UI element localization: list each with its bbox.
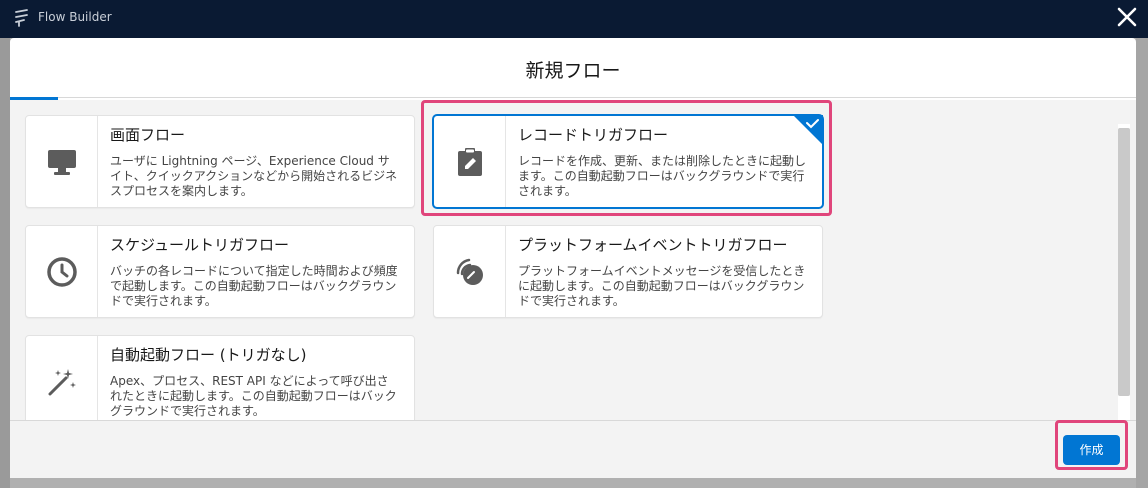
app-header: Flow Builder bbox=[0, 0, 1148, 38]
clock-icon bbox=[47, 257, 77, 287]
scrollbar-thumb[interactable] bbox=[1118, 128, 1130, 396]
card-icon-area bbox=[26, 116, 98, 207]
modal-header: 新規フロー bbox=[10, 38, 1136, 98]
modal-title: 新規フロー bbox=[525, 60, 621, 82]
card-icon-area bbox=[26, 226, 98, 317]
card-description: Apex、プロセス、REST API などによって呼び出されたときに起動します。… bbox=[110, 374, 397, 418]
background-canvas bbox=[0, 38, 10, 488]
card-title: スケジュールトリガフロー bbox=[110, 236, 289, 254]
modal-footer bbox=[10, 420, 1136, 478]
scrollbar[interactable] bbox=[1118, 124, 1130, 420]
card-description: ユーザに Lightning ページ、Experience Cloud サイト、… bbox=[110, 154, 398, 198]
card-icon-area bbox=[434, 226, 506, 317]
monitor-icon bbox=[48, 150, 76, 175]
flow-type-card-platform-event-triggered-flow[interactable]: プラットフォームイベントトリガフロー プラットフォームイベントメッセージを受信し… bbox=[433, 225, 823, 318]
card-icon-area bbox=[26, 336, 98, 420]
signal-icon bbox=[456, 258, 483, 285]
flow-builder-logo-icon bbox=[15, 9, 28, 27]
card-title: 自動起動フロー (トリガなし) bbox=[110, 346, 307, 364]
flow-type-card-screen-flow[interactable]: 画面フロー ユーザに Lightning ページ、Experience Clou… bbox=[25, 115, 415, 208]
flow-type-card-schedule-triggered-flow[interactable]: スケジュールトリガフロー バッチの各レコードについて指定した時間および頻度で起動… bbox=[25, 225, 415, 318]
create-button[interactable]: 作成 bbox=[1063, 435, 1120, 465]
background-canvas-right bbox=[1136, 38, 1148, 488]
magic-wand-icon bbox=[48, 369, 76, 396]
card-description: バッチの各レコードについて指定した時間および頻度で起動します。この自動起動フロー… bbox=[110, 264, 398, 308]
app-title: Flow Builder bbox=[38, 10, 112, 24]
flow-type-card-autolaunched-flow[interactable]: 自動起動フロー (トリガなし) Apex、プロセス、REST API などによっ… bbox=[25, 335, 415, 420]
highlight-record-triggered-card bbox=[421, 100, 832, 216]
close-icon[interactable] bbox=[1114, 4, 1140, 30]
card-description: プラットフォームイベントメッセージを受信したときに起動します。この自動起動フロー… bbox=[518, 264, 806, 308]
card-title: 画面フロー bbox=[110, 126, 186, 144]
card-title: プラットフォームイベントトリガフロー bbox=[518, 236, 788, 254]
